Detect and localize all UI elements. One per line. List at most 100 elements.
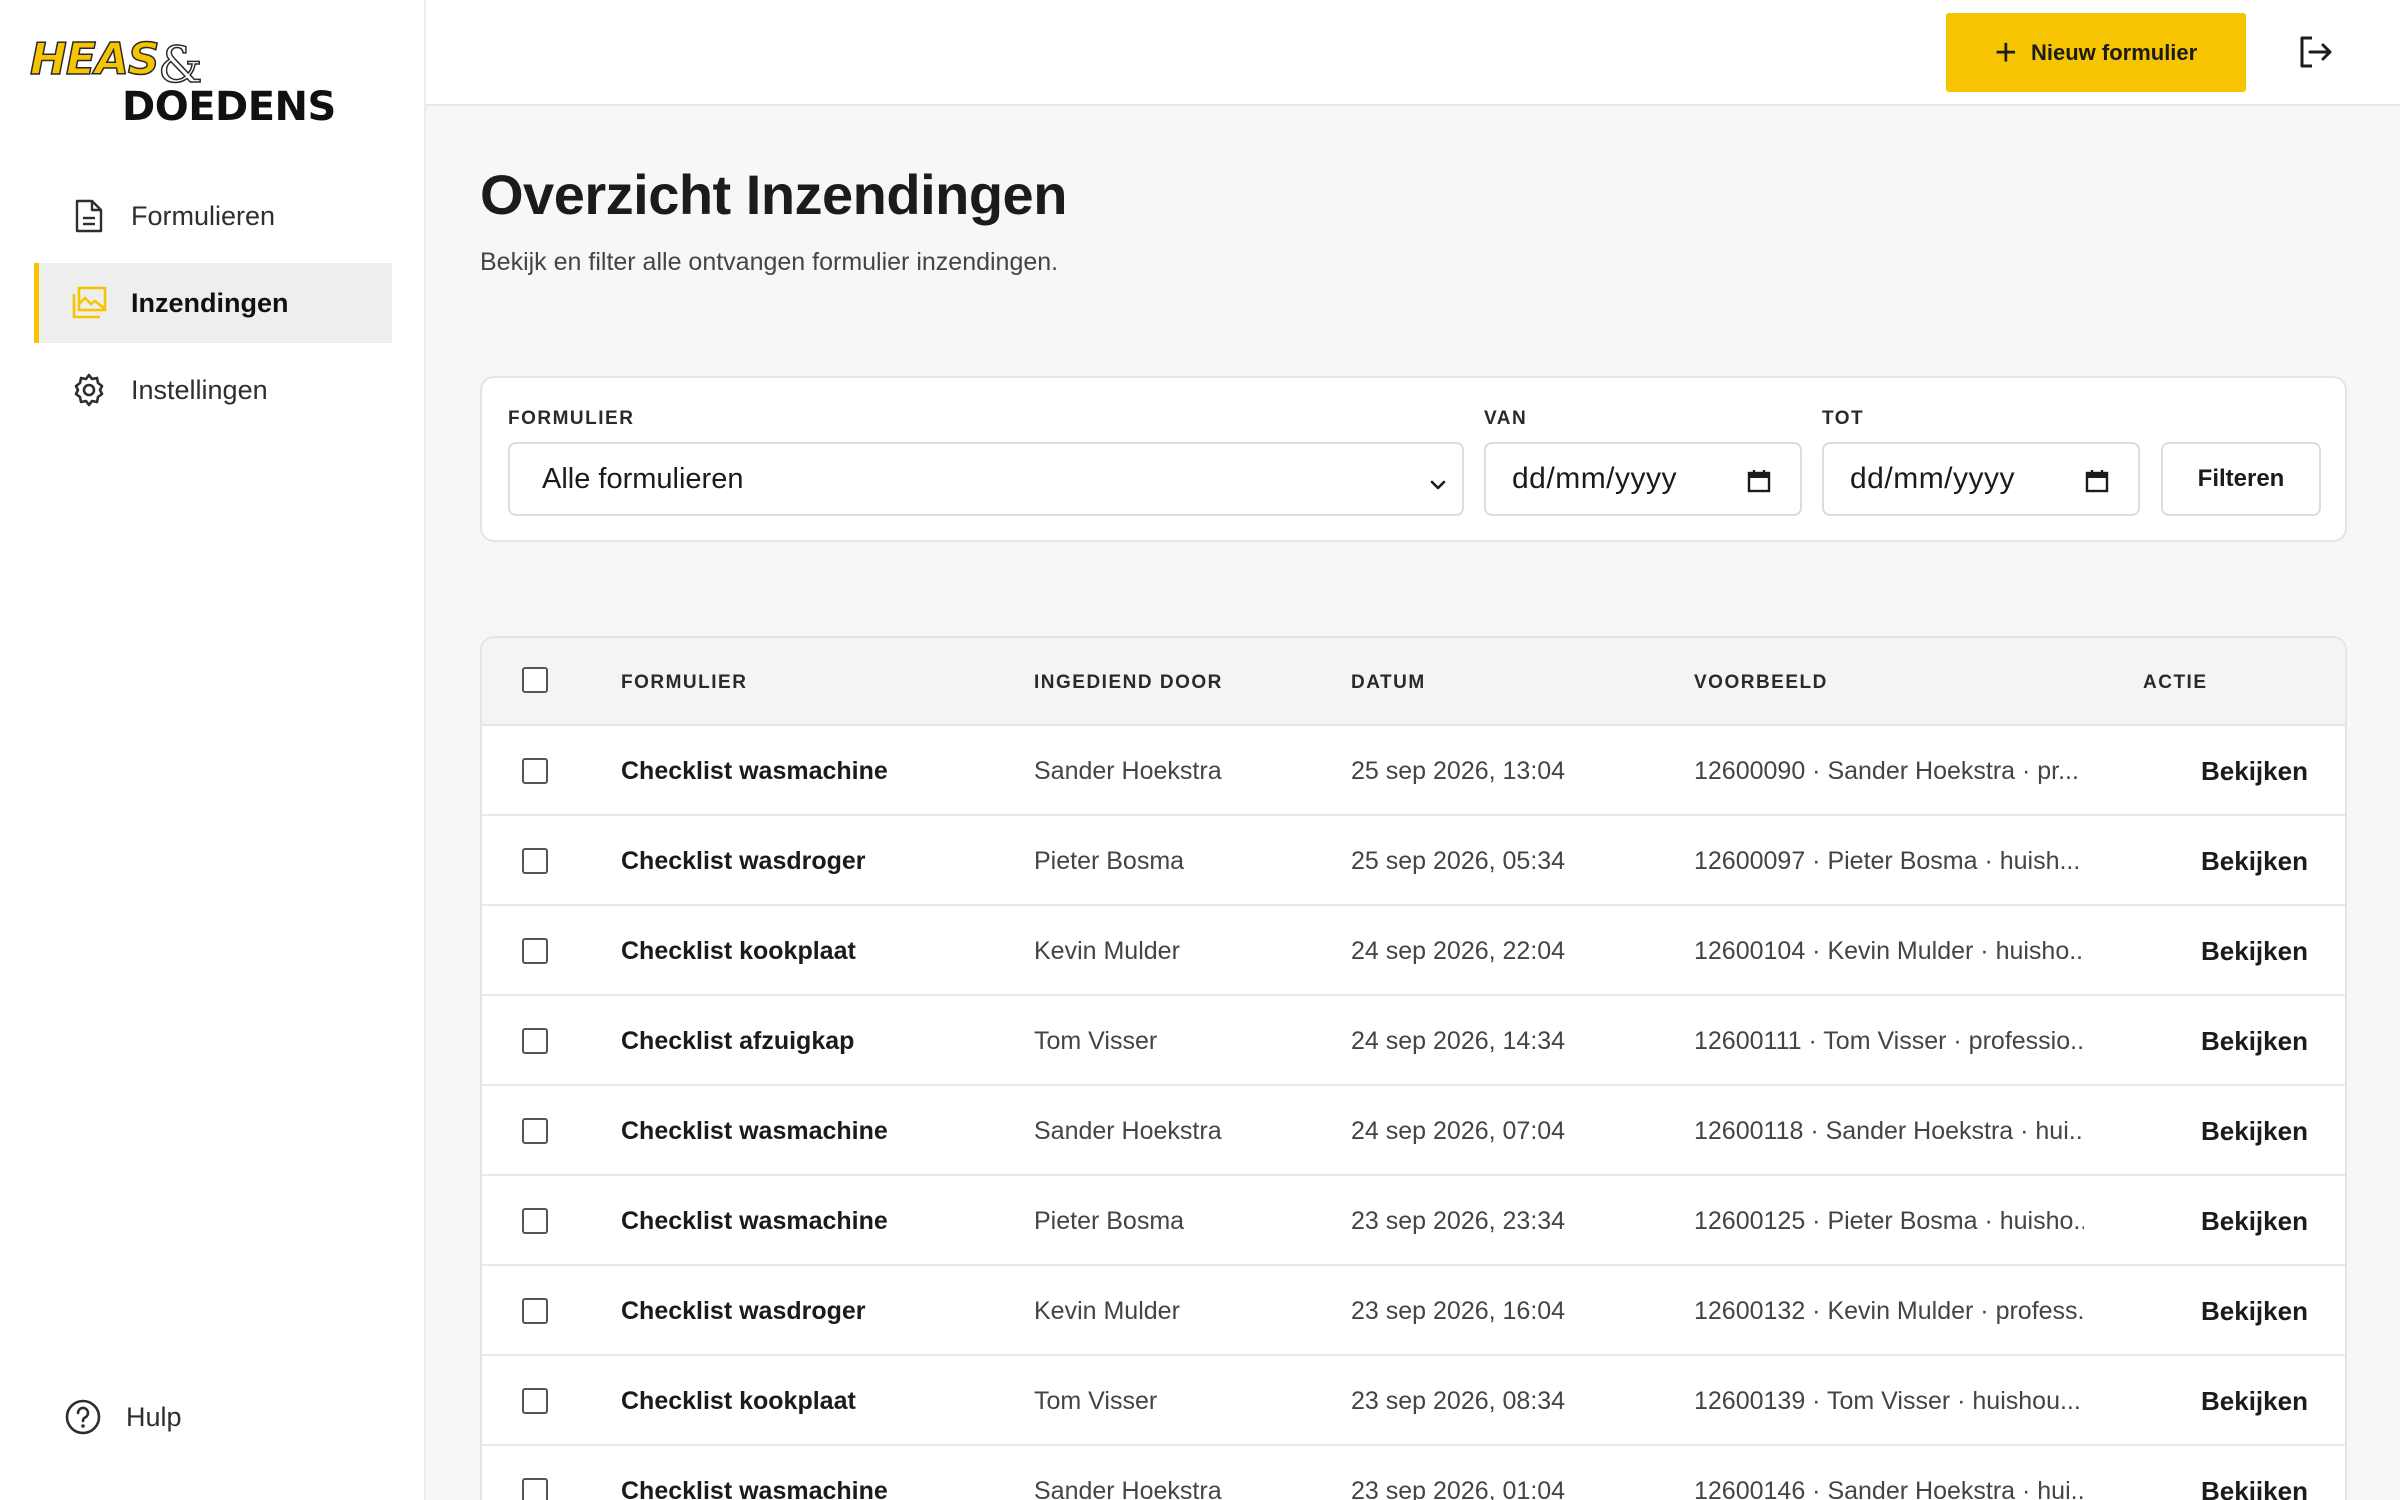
row-checkbox[interactable]: [522, 1388, 548, 1414]
filter-button[interactable]: Filteren: [2161, 442, 2321, 516]
view-link[interactable]: Bekijken: [2201, 816, 2308, 906]
table-row[interactable]: Checklist wasmachine Sander Hoekstra 24 se…: [482, 1086, 2345, 1176]
row-submitted-by: Kevin Mulder: [1034, 936, 1180, 965]
row-preview: 12600097 · Pieter Bosma · huish...: [1694, 846, 2081, 875]
chevron-down-icon: [1428, 470, 1448, 490]
table-row[interactable]: Checklist wasmachine Pieter Bosma 23 sep 2…: [482, 1176, 2345, 1266]
row-preview: 12600118 · Sander Hoekstra · hui...: [1694, 1116, 2084, 1145]
view-link[interactable]: Bekijken: [2201, 1356, 2308, 1446]
view-link[interactable]: Bekijken: [2201, 906, 2308, 996]
row-submitted-by: Pieter Bosma: [1034, 846, 1185, 875]
row-submitted-by: Sander Hoekstra: [1034, 1476, 1222, 1500]
view-link[interactable]: Bekijken: [2201, 726, 2308, 816]
row-checkbox[interactable]: [522, 1028, 548, 1054]
column-header-preview: VOORBEELD: [1694, 672, 1828, 693]
row-form-name: Checklist wasmachine: [621, 756, 888, 785]
help-label: Hulp: [126, 1401, 182, 1432]
to-date-input[interactable]: dd/mm/yyyy: [1822, 442, 2140, 516]
form-select[interactable]: Alle formulieren: [508, 442, 1464, 516]
row-preview: 12600139 · Tom Visser · huishou...: [1694, 1386, 2081, 1415]
new-form-button[interactable]: + Nieuw formulier: [1946, 13, 2246, 92]
row-checkbox[interactable]: [522, 758, 548, 784]
row-form-name: Checklist kookplaat: [621, 936, 856, 965]
from-date-placeholder: dd/mm/yyyy: [1512, 462, 1678, 495]
view-link[interactable]: Bekijken: [2201, 1086, 2308, 1176]
row-submitted-by: Pieter Bosma: [1034, 1206, 1185, 1235]
brand-logo[interactable]: HEAS & DOEDENS: [29, 30, 350, 130]
row-checkbox[interactable]: [522, 1478, 548, 1500]
column-header-form: FORMULIER: [621, 672, 748, 693]
sidebar-item-label: Inzendingen: [131, 287, 289, 318]
sidebar-item-instellingen[interactable]: Instellingen: [34, 350, 392, 430]
row-submitted-by: Tom Visser: [1034, 1026, 1158, 1055]
to-date-label: TOT: [1822, 408, 1865, 429]
table-row[interactable]: Checklist wasdroger Kevin Mulder 23 sep 20…: [482, 1266, 2345, 1356]
table-row[interactable]: Checklist wasdroger Pieter Bosma 25 sep 20…: [482, 816, 2345, 906]
calendar-icon[interactable]: [1746, 468, 1772, 494]
from-date-input[interactable]: dd/mm/yyyy: [1484, 442, 1802, 516]
row-preview: 12600132 · Kevin Mulder · profess...: [1694, 1296, 2084, 1325]
brand-line2: DOEDENS: [122, 84, 336, 130]
table-row[interactable]: Checklist kookplaat Kevin Mulder 24 sep 20…: [482, 906, 2345, 996]
sidebar-item-formulieren[interactable]: Formulieren: [34, 176, 392, 256]
row-preview: 12600111 · Tom Visser · professio...: [1694, 1026, 2084, 1055]
from-date-label: VAN: [1484, 408, 1528, 429]
sidebar-item-label: Instellingen: [131, 374, 268, 405]
sidebar-item-label: Formulieren: [131, 200, 276, 231]
page-title: Overzicht Inzendingen: [480, 163, 1067, 226]
select-all-checkbox[interactable]: [522, 667, 548, 693]
view-link[interactable]: Bekijken: [2201, 996, 2308, 1086]
row-submitted-by: Kevin Mulder: [1034, 1296, 1180, 1325]
submissions-table: FORMULIER INGEDIEND DOOR DATUM VOORBEELD…: [480, 636, 2347, 1500]
row-date: 23 sep 2026, 01:04: [1351, 1476, 1566, 1500]
row-date: 23 sep 2026, 16:04: [1351, 1296, 1566, 1325]
form-filter-label: FORMULIER: [508, 408, 635, 429]
row-form-name: Checklist wasmachine: [621, 1116, 888, 1145]
row-checkbox[interactable]: [522, 1298, 548, 1324]
row-checkbox[interactable]: [522, 1118, 548, 1144]
view-link[interactable]: Bekijken: [2201, 1266, 2308, 1356]
row-submitted-by: Tom Visser: [1034, 1386, 1158, 1415]
row-checkbox[interactable]: [522, 1208, 548, 1234]
calendar-icon[interactable]: [2084, 468, 2110, 494]
view-link[interactable]: Bekijken: [2201, 1176, 2308, 1266]
help-link[interactable]: Hulp: [64, 1398, 182, 1436]
row-submitted-by: Sander Hoekstra: [1034, 756, 1222, 785]
row-date: 25 sep 2026, 13:04: [1351, 756, 1566, 785]
top-bar: + Nieuw formulier: [426, 0, 2400, 106]
row-date: 24 sep 2026, 22:04: [1351, 936, 1566, 965]
row-preview: 12600146 · Sander Hoekstra · hui...: [1694, 1476, 2084, 1500]
row-form-name: Checklist afzuigkap: [621, 1026, 855, 1055]
row-preview: 12600090 · Sander Hoekstra · pr...: [1694, 756, 2079, 785]
document-icon: [71, 198, 107, 234]
to-date-placeholder: dd/mm/yyyy: [1850, 462, 2016, 495]
column-header-action: ACTIE: [2143, 672, 2208, 693]
sidebar-nav: Formulieren Inzendingen Instellingen: [34, 176, 392, 437]
row-form-name: Checklist kookplaat: [621, 1386, 856, 1415]
logout-icon[interactable]: [2296, 32, 2336, 72]
sidebar-item-inzendingen[interactable]: Inzendingen: [34, 263, 392, 343]
column-header-submitted-by: INGEDIEND DOOR: [1034, 672, 1223, 693]
row-date: 25 sep 2026, 05:34: [1351, 846, 1566, 875]
table-row[interactable]: Checklist wasmachine Sander Hoekstra 23 se…: [482, 1446, 2345, 1500]
row-submitted-by: Sander Hoekstra: [1034, 1116, 1222, 1145]
row-date: 23 sep 2026, 23:34: [1351, 1206, 1566, 1235]
gear-icon: [71, 372, 107, 408]
table-row[interactable]: Checklist afzuigkap Tom Visser 24 sep 2026…: [482, 996, 2345, 1086]
table-row[interactable]: Checklist kookplaat Tom Visser 23 sep 2026…: [482, 1356, 2345, 1446]
help-circle-icon: [64, 1398, 102, 1436]
new-form-label: Nieuw formulier: [2030, 39, 2198, 65]
form-select-value: Alle formulieren: [542, 462, 744, 495]
view-link[interactable]: Bekijken: [2201, 1446, 2308, 1500]
sidebar: HEAS & DOEDENS Formulieren Inzendingen I…: [0, 0, 426, 1500]
page-subtitle: Bekijk en filter alle ontvangen formulie…: [480, 248, 1059, 276]
row-checkbox[interactable]: [522, 848, 548, 874]
row-checkbox[interactable]: [522, 938, 548, 964]
row-form-name: Checklist wasdroger: [621, 1296, 866, 1325]
table-row[interactable]: Checklist wasmachine Sander Hoekstra 25 se…: [482, 726, 2345, 816]
brand-line1: HEAS: [29, 33, 160, 86]
filter-card: FORMULIER Alle formulieren VAN dd/mm/yyy…: [480, 376, 2347, 542]
inbox-images-icon: [71, 285, 107, 321]
row-preview: 12600125 · Pieter Bosma · huisho...: [1694, 1206, 2084, 1235]
row-date: 23 sep 2026, 08:34: [1351, 1386, 1566, 1415]
